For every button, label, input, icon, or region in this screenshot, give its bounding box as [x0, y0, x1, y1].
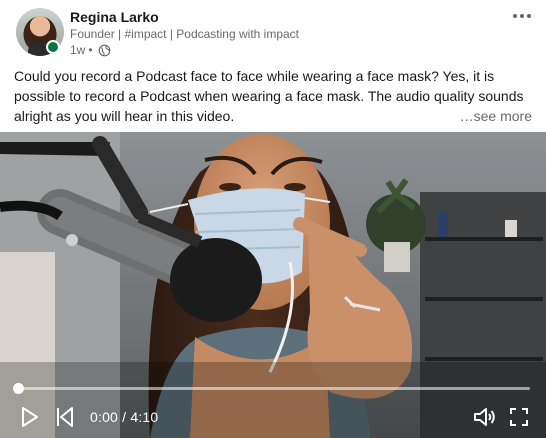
post-meta: 1w •	[70, 43, 111, 57]
time-separator: /	[118, 409, 131, 425]
author-headline: Founder | #impact | Podcasting with impa…	[70, 27, 300, 41]
fullscreen-icon[interactable]	[509, 407, 529, 427]
skip-back-icon[interactable]	[55, 406, 75, 428]
duration: 4:10	[130, 409, 159, 425]
progress-handle[interactable]	[13, 383, 24, 394]
more-options-button[interactable]	[510, 6, 534, 26]
volume-icon[interactable]	[473, 406, 497, 428]
video-frame	[0, 132, 546, 438]
play-icon[interactable]	[20, 406, 40, 428]
see-more-link[interactable]: …see more	[455, 106, 532, 126]
time-display: 0:00 / 4:10	[90, 409, 158, 425]
online-status-indicator	[46, 40, 60, 54]
video-player[interactable]: 0:00 / 4:10	[0, 132, 546, 438]
globe-icon	[98, 44, 110, 56]
progress-track[interactable]	[18, 387, 530, 390]
post-time-ago: 1w	[70, 43, 86, 57]
meta-separator: •	[88, 43, 93, 57]
ellipsis-icon	[513, 14, 517, 18]
post-header: Regina Larko Founder | #impact | Podcast…	[0, 0, 546, 64]
author-name[interactable]: Regina Larko	[70, 9, 159, 25]
current-time: 0:00	[90, 409, 119, 425]
